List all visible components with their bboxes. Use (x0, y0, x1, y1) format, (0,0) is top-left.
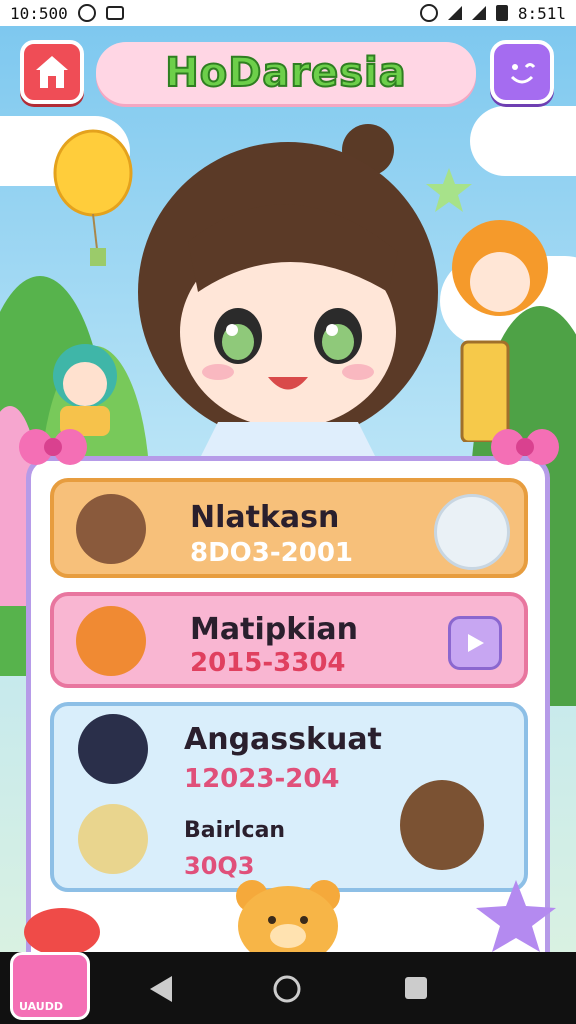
save-slot-name: Bairlcan (184, 818, 286, 843)
app-shortcut-label: UAUDD (19, 1000, 63, 1013)
bear-mascot (236, 880, 340, 956)
character-avatar (76, 606, 146, 676)
home-icon (36, 56, 68, 88)
save-slot-name: Nlatkasn (190, 500, 340, 535)
side-character-teal (53, 344, 117, 436)
app-shortcut[interactable]: UAUDD (10, 952, 90, 1020)
side-character-orange (452, 220, 548, 442)
star-mascot (476, 880, 556, 952)
emote-button[interactable] (490, 40, 554, 104)
status-time: 10:500 (10, 3, 68, 23)
home-button[interactable] (20, 40, 84, 104)
home-nav-icon[interactable] (272, 974, 302, 1004)
title-banner: HoDaresia (96, 42, 476, 104)
signal-icon (447, 6, 462, 20)
play-icon (468, 634, 484, 652)
bow-icon (491, 429, 559, 465)
vibrate-icon (419, 4, 438, 22)
character-avatar (76, 494, 146, 564)
save-slot-card[interactable]: Matipkian 2015-3304 (50, 592, 528, 688)
save-slot-name: Matipkian (190, 612, 359, 647)
status-bar: 10:500 8:51l (0, 0, 576, 26)
character-avatar (78, 804, 148, 874)
bow-icon (19, 429, 87, 465)
cloud (470, 106, 576, 176)
save-slot-date: 2015-3304 (190, 648, 346, 678)
balloon-icon (53, 129, 133, 266)
recents-icon[interactable] (402, 974, 430, 1002)
wifi-icon (471, 6, 486, 20)
save-slot-name: Angasskuat (184, 722, 382, 757)
sync-icon (77, 4, 96, 22)
character-avatar (434, 494, 510, 570)
battery-icon (495, 5, 508, 21)
notification-icon (105, 6, 124, 20)
character-avatar (78, 714, 148, 784)
strawberry-icon (24, 908, 100, 956)
back-icon[interactable] (148, 974, 174, 1004)
game-title: HoDaresia (164, 49, 407, 97)
hero-character (138, 124, 438, 462)
save-slot-date: 8DO3-2001 (190, 538, 354, 568)
character-avatar (400, 780, 484, 870)
play-button[interactable] (448, 616, 502, 670)
save-slot-card[interactable]: Nlatkasn 8DO3-2001 (50, 478, 528, 578)
save-slot-card[interactable]: Angasskuat 12023-204 Bairlcan 30Q3 (50, 702, 528, 892)
status-clock: 8:51l (517, 3, 566, 23)
save-slot-date: 12023-204 (184, 764, 340, 794)
smiley-icon (510, 63, 536, 84)
